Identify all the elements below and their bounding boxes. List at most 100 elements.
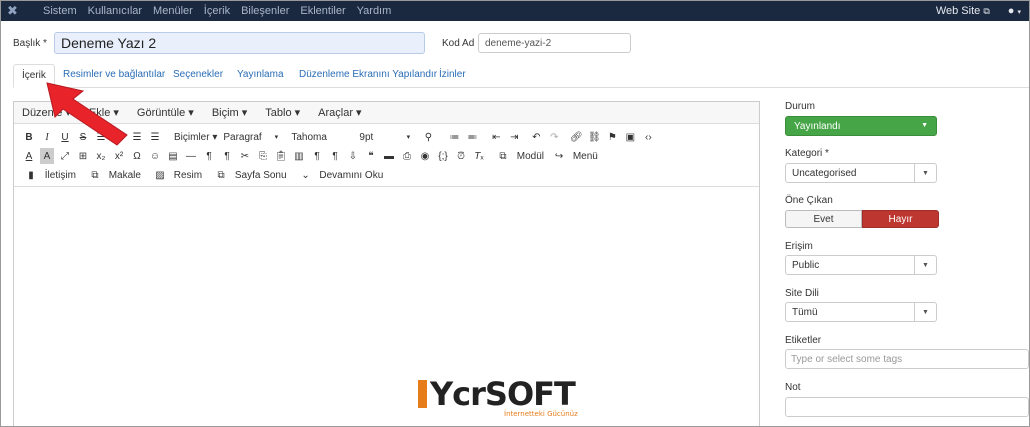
clear-icon[interactable]: ▬ bbox=[382, 148, 396, 164]
access-value: Public bbox=[792, 259, 820, 271]
module-icon: ⧉ bbox=[499, 150, 507, 162]
tags-label: Etiketler bbox=[785, 335, 822, 346]
font-size-dropdown[interactable]: 9pt ▾ bbox=[357, 129, 417, 145]
category-value: Uncategorised bbox=[792, 167, 857, 179]
top-menu: Sistem Kullanıcılar Menüler İçerik Bileş… bbox=[43, 1, 391, 21]
insert-icon[interactable]: ⇩ bbox=[346, 148, 360, 164]
language-value: Tümü bbox=[792, 306, 818, 318]
status-select[interactable]: Yayınlandı ▼ bbox=[785, 116, 937, 136]
copy-icon[interactable]: ⎘ bbox=[256, 148, 270, 164]
code-icon[interactable]: ‹› bbox=[641, 129, 655, 145]
visual-chars-icon[interactable]: ¶ bbox=[310, 148, 324, 164]
article-button[interactable]: ⧉ Makale bbox=[86, 167, 143, 183]
tab-publishing[interactable]: Yayınlama bbox=[229, 64, 292, 88]
tab-bar: İçerik Resimler ve bağlantılar Seçenekle… bbox=[13, 64, 1029, 88]
note-input[interactable] bbox=[785, 397, 1029, 417]
editor-content-area[interactable] bbox=[14, 186, 759, 426]
title-label: Başlık * bbox=[13, 38, 47, 49]
image-button[interactable]: ▨ Resim bbox=[151, 167, 204, 183]
unlink-icon[interactable]: ⛓︎ bbox=[587, 129, 601, 145]
contact-button[interactable]: ▮ İletişim bbox=[22, 167, 78, 183]
numbered-list-icon[interactable]: ≕ bbox=[465, 129, 479, 145]
ycrsoft-brand: YcrSOFT bbox=[418, 375, 576, 413]
tab-editor-config[interactable]: Düzenleme Ekranını Yapılandır bbox=[291, 64, 445, 88]
image-icon[interactable]: ▣ bbox=[623, 129, 637, 145]
top-right: Web Site ⧉ ● ▾ bbox=[936, 1, 1021, 21]
clear-format-icon[interactable]: Tₓ bbox=[472, 148, 486, 164]
user-menu[interactable]: ● ▾ bbox=[1008, 5, 1021, 17]
bullet-list-icon[interactable]: ≔ bbox=[447, 129, 461, 145]
language-select[interactable]: Tümü ▼ bbox=[785, 302, 937, 322]
anchor-icon[interactable]: ⚑ bbox=[605, 129, 619, 145]
joomla-icon[interactable]: ✖ bbox=[7, 4, 21, 18]
editor-menu-tools[interactable]: Araçlar ▾ bbox=[318, 106, 361, 119]
logo-bar-icon bbox=[418, 380, 427, 408]
blockquote-icon[interactable]: ❝ bbox=[364, 148, 378, 164]
brand-text: YcrSOFT bbox=[430, 375, 576, 413]
user-caret-icon: ▾ bbox=[1017, 9, 1021, 16]
article-icon: ⧉ bbox=[91, 169, 99, 181]
find-replace-icon[interactable]: ⚲ bbox=[421, 129, 435, 145]
menu-sistem[interactable]: Sistem bbox=[43, 5, 77, 17]
menu-bilesenler[interactable]: Bileşenler bbox=[241, 5, 289, 17]
tab-permissions[interactable]: İzinler bbox=[431, 64, 474, 88]
outdent-icon[interactable]: ⇤ bbox=[489, 129, 503, 145]
text-color-icon[interactable]: A bbox=[22, 148, 36, 164]
paste-text-icon[interactable]: ▥ bbox=[292, 148, 306, 164]
ltr-icon[interactable]: ¶ bbox=[202, 148, 216, 164]
menu-icerik[interactable]: İçerik bbox=[204, 5, 230, 17]
link-icon[interactable]: 🔗︎ bbox=[569, 129, 583, 145]
menu-yardim[interactable]: Yardım bbox=[357, 5, 392, 17]
pagebreak-button[interactable]: ⧉ Sayfa Sonu bbox=[212, 167, 289, 183]
ycrsoft-tagline: İnternetteki Gücünüz bbox=[504, 410, 578, 418]
editor-menu-format[interactable]: Biçim ▾ bbox=[212, 106, 247, 119]
tags-input[interactable]: Type or select some tags bbox=[785, 349, 1029, 369]
featured-no-button[interactable]: Hayır bbox=[862, 210, 939, 228]
readmore-button[interactable]: ⌄ Devamını Oku bbox=[297, 167, 386, 183]
tab-options[interactable]: Seçenekler bbox=[165, 64, 231, 88]
block-format-dropdown[interactable]: Paragraf ▾ bbox=[221, 129, 285, 145]
chevron-down-icon: ▼ bbox=[914, 303, 936, 321]
template-icon[interactable]: {;} bbox=[436, 148, 450, 164]
preview-icon[interactable]: ◉ bbox=[418, 148, 432, 164]
alias-input[interactable]: deneme-yazi-2 bbox=[478, 33, 631, 53]
bold-icon[interactable]: B bbox=[22, 129, 36, 145]
annotation-arrow-icon bbox=[46, 82, 128, 146]
featured-yes-button[interactable]: Evet bbox=[785, 210, 862, 228]
redo-icon[interactable]: ↷ bbox=[547, 129, 561, 145]
undo-icon[interactable]: ↶ bbox=[529, 129, 543, 145]
rtl-icon[interactable]: ¶ bbox=[220, 148, 234, 164]
menu-eklentiler[interactable]: Eklentiler bbox=[300, 5, 345, 17]
menu-menuler[interactable]: Menüler bbox=[153, 5, 193, 17]
top-navbar: ✖ Sistem Kullanıcılar Menüler İçerik Bil… bbox=[1, 1, 1029, 21]
print-icon[interactable]: ⎙ bbox=[400, 148, 414, 164]
user-icon: ● bbox=[1007, 5, 1015, 17]
editor-menu-table[interactable]: Tablo ▾ bbox=[265, 106, 300, 119]
formats-dropdown[interactable]: Biçimler ▾ bbox=[174, 129, 217, 145]
access-label: Erişim bbox=[785, 241, 813, 252]
module-button[interactable]: ⧉ Modül bbox=[494, 148, 546, 164]
font-family-label: Tahoma bbox=[291, 131, 327, 143]
title-input[interactable]: Deneme Yazı 2 bbox=[54, 32, 425, 54]
chevron-down-icon: ▼ bbox=[914, 256, 936, 274]
alias-label: Kod Ad bbox=[442, 38, 475, 49]
menu-button[interactable]: ↪ Menü bbox=[550, 148, 600, 164]
website-link[interactable]: Web Site ⧉ bbox=[936, 5, 990, 17]
contact-icon: ▮ bbox=[28, 169, 34, 181]
menu-kullanicilar[interactable]: Kullanıcılar bbox=[88, 5, 142, 17]
external-link-icon: ⧉ bbox=[983, 6, 990, 16]
module-label: Modül bbox=[516, 150, 545, 162]
access-select[interactable]: Public ▼ bbox=[785, 255, 937, 275]
datetime-icon[interactable]: ⏰︎ bbox=[454, 148, 468, 164]
media-icon[interactable]: ▤ bbox=[166, 148, 180, 164]
paragraph-icon[interactable]: ¶ bbox=[328, 148, 342, 164]
status-label: Durum bbox=[785, 101, 816, 112]
indent-icon[interactable]: ⇥ bbox=[507, 129, 521, 145]
category-select[interactable]: Uncategorised ▼ bbox=[785, 163, 937, 183]
readmore-label: Devamını Oku bbox=[319, 169, 384, 181]
font-family-dropdown[interactable]: Tahoma bbox=[289, 129, 353, 145]
block-format-label: Paragraf bbox=[223, 131, 262, 143]
paste-icon[interactable]: 📋︎ bbox=[274, 148, 288, 164]
cut-icon[interactable]: ✂ bbox=[238, 148, 252, 164]
horizontal-rule-icon[interactable]: — bbox=[184, 148, 198, 164]
